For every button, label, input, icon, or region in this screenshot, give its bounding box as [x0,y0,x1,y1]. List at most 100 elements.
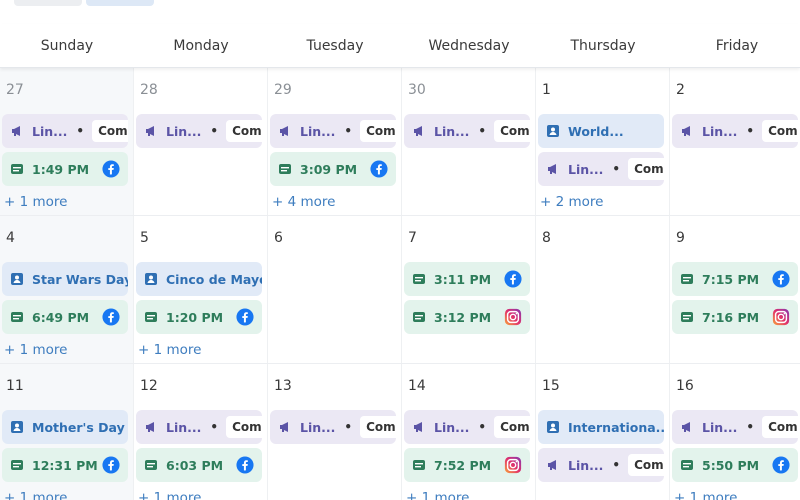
campaign-event[interactable]: Lin... • Comple [538,448,664,482]
megaphone-icon [144,420,158,434]
campaign-event[interactable]: Lin... • Comple [538,152,664,186]
more-link[interactable]: + 1 more [4,342,67,358]
day-cell[interactable]: 9 7:15 PM 7:16 PM [670,216,800,363]
day-cell[interactable]: 29 Lin... • Comple 3:09 PM + 4 more [268,68,402,215]
post-event[interactable]: 5:50 PM [672,448,798,482]
holiday-icon [10,420,24,434]
separator-dot: • [344,124,353,138]
day-cell[interactable]: 16 Lin... • Comple 5:50 PM + 1 more [670,364,800,500]
event-label: Lin... [300,419,336,435]
campaign-event[interactable]: Lin... • Comple [404,410,530,444]
day-cell[interactable]: 27 Lin... • Comple 1:49 PM + 1 more [0,68,134,215]
campaign-event[interactable]: Lin... • Comple [672,410,798,444]
more-link[interactable]: + 4 more [272,194,335,210]
holiday-event[interactable]: World... [538,114,664,148]
day-cell[interactable]: 2 Lin... • Comple [670,68,800,215]
holiday-event[interactable]: Mother's Day [2,410,128,444]
campaign-event[interactable]: Lin... • Comple [2,114,128,148]
event-label: Lin... [32,123,68,139]
event-label: Lin... [434,419,470,435]
event-label: Internationa... [568,419,664,435]
campaign-event[interactable]: Lin... • Comple [404,114,530,148]
day-cell[interactable]: 4 Star Wars Day 6:49 PM + 1 more [0,216,134,363]
post-icon [144,458,158,472]
day-number: 27 [6,82,24,98]
post-event[interactable]: 3:09 PM [270,152,396,186]
day-cell[interactable]: 6 [268,216,402,363]
status-badge: Comple [360,120,396,142]
day-cell[interactable]: 15 Internationa... Lin... • Comple [536,364,670,500]
more-link[interactable]: + 1 more [4,490,67,500]
campaign-event[interactable]: Lin... • Comple [270,114,396,148]
view-tab-left[interactable] [14,0,82,6]
weekday-header: Sunday Monday Tuesday Wednesday Thursday… [0,24,800,68]
separator-dot: • [746,420,755,434]
view-tab-right[interactable] [86,0,154,6]
megaphone-icon [412,124,426,138]
event-label: Lin... [702,419,738,435]
instagram-icon [504,456,522,474]
event-label: 3:09 PM [300,161,358,177]
day-number: 4 [6,230,15,246]
weekday-label: Thursday [570,37,636,54]
post-event[interactable]: 7:15 PM [672,262,798,296]
post-icon [412,310,426,324]
campaign-event[interactable]: Lin... • Comple [270,410,396,444]
campaign-event[interactable]: Lin... • Comple [136,114,262,148]
post-icon [680,272,694,286]
day-cell[interactable]: 28 Lin... • Comple [134,68,268,215]
megaphone-icon [10,124,24,138]
post-event[interactable]: 7:52 PM [404,448,530,482]
separator-dot: • [612,162,621,176]
day-cell[interactable]: 14 Lin... • Comple 7:52 PM + 1 more [402,364,536,500]
week-row: 11 Mother's Day 12:31 PM + 1 more 12 Lin... • C… [0,364,800,500]
day-number: 2 [676,82,685,98]
weekday-label: Monday [173,37,229,54]
post-event[interactable]: 7:16 PM [672,300,798,334]
day-cell[interactable]: 12 Lin... • Comple 6:03 PM + 1 more [134,364,268,500]
more-link[interactable]: + 1 more [4,194,67,210]
event-label: 6:49 PM [32,309,90,325]
post-event[interactable]: 3:12 PM [404,300,530,334]
status-badge: Comple [762,416,798,438]
status-badge: Comple [628,158,664,180]
megaphone-icon [546,162,560,176]
holiday-event[interactable]: Star Wars Day [2,262,128,296]
megaphone-icon [680,124,694,138]
holiday-event[interactable]: Cinco de Mayo [136,262,262,296]
day-cell[interactable]: 8 [536,216,670,363]
day-cell[interactable]: 7 3:11 PM 3:12 PM [402,216,536,363]
megaphone-icon [278,124,292,138]
campaign-event[interactable]: Lin... • Comple [136,410,262,444]
day-number: 6 [274,230,283,246]
post-event[interactable]: 3:11 PM [404,262,530,296]
facebook-icon [772,456,790,474]
post-event[interactable]: 12:31 PM [2,448,128,482]
more-link[interactable]: + 1 more [138,490,201,500]
instagram-icon [772,308,790,326]
day-cell[interactable]: 5 Cinco de Mayo 1:20 PM + 1 more [134,216,268,363]
post-event[interactable]: 1:49 PM [2,152,128,186]
facebook-icon [370,160,388,178]
more-link[interactable]: + 1 more [138,342,201,358]
status-badge: Comple [494,416,530,438]
facebook-icon [102,160,120,178]
day-number: 30 [408,82,426,98]
post-event[interactable]: 6:49 PM [2,300,128,334]
holiday-event[interactable]: Internationa... [538,410,664,444]
day-number: 29 [274,82,292,98]
day-cell[interactable]: 11 Mother's Day 12:31 PM + 1 more [0,364,134,500]
more-link[interactable]: + 1 more [674,490,737,500]
post-event[interactable]: 6:03 PM [136,448,262,482]
day-cell[interactable]: 1 World... Lin... • Comple + 2 more [536,68,670,215]
day-cell[interactable]: 13 Lin... • Comple [268,364,402,500]
day-number: 5 [140,230,149,246]
more-link[interactable]: + 1 more [406,490,469,500]
post-icon [144,310,158,324]
campaign-event[interactable]: Lin... • Comple [672,114,798,148]
day-cell[interactable]: 30 Lin... • Comple [402,68,536,215]
megaphone-icon [546,458,560,472]
more-link[interactable]: + 2 more [540,194,603,210]
facebook-icon [504,270,522,288]
post-event[interactable]: 1:20 PM [136,300,262,334]
